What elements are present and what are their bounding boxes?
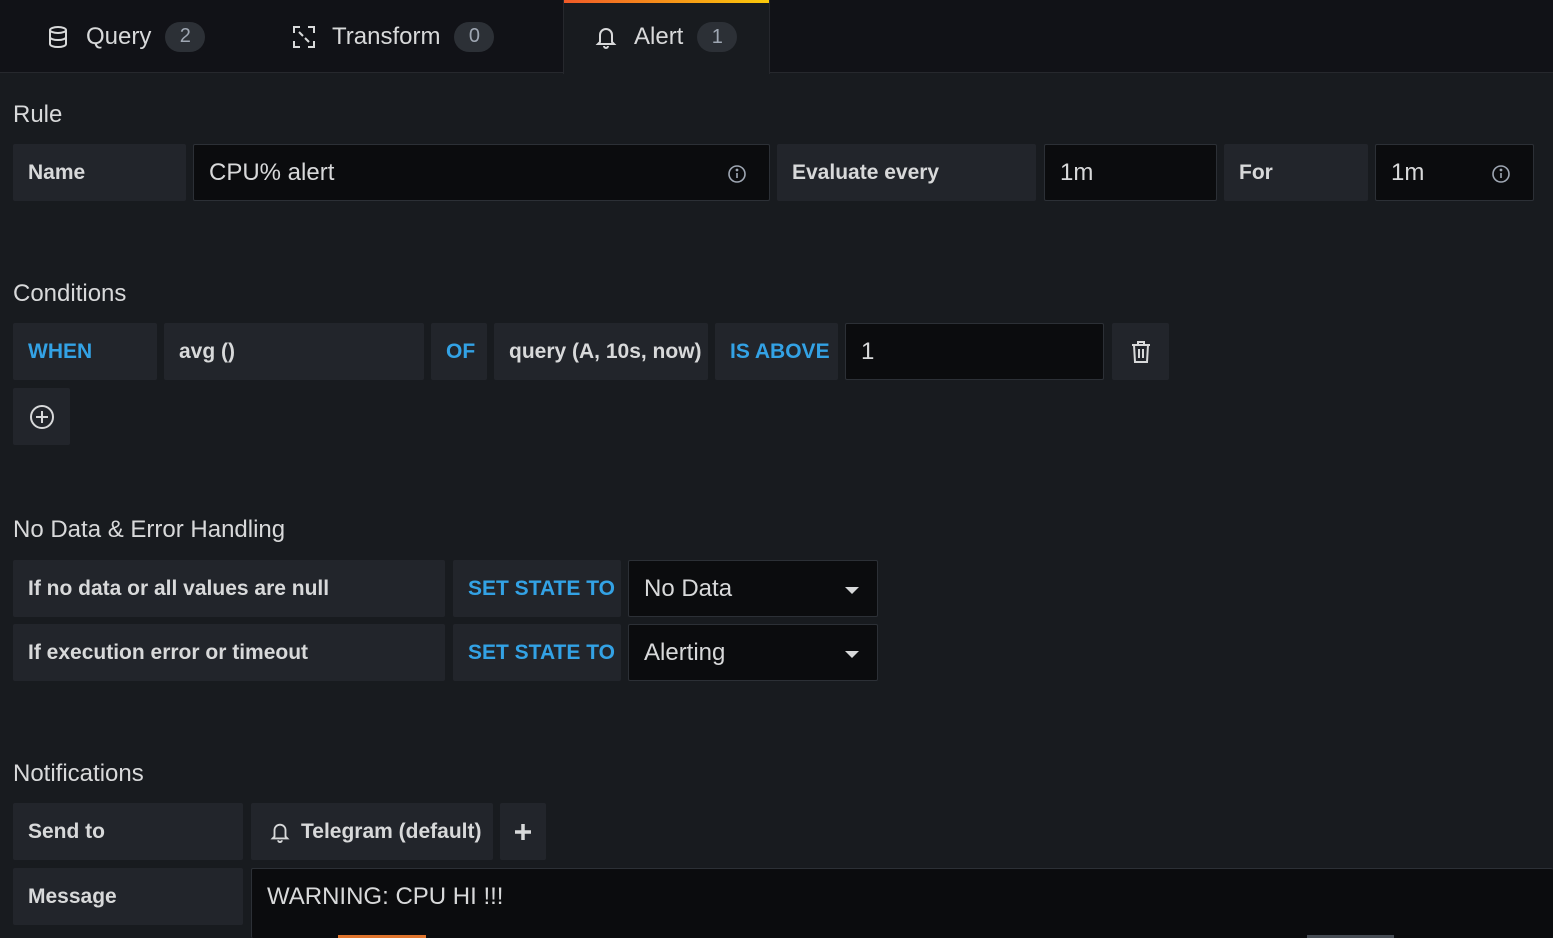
message-value: WARNING: CPU HI !!!: [267, 883, 504, 910]
error-state-value: Alerting: [644, 638, 726, 666]
nodata-state-value: No Data: [644, 574, 733, 602]
error-label: If execution error or timeout: [13, 624, 445, 681]
send-to-label: Send to: [13, 803, 243, 860]
caret-down-icon: [845, 587, 859, 594]
rule-heading: Rule: [13, 101, 63, 128]
evaluate-every-label: Evaluate every: [777, 144, 1036, 201]
tab-bar: Query 2 Transform 0 Alert 1: [0, 0, 1553, 74]
tab-query[interactable]: Query 2: [44, 0, 206, 73]
name-input-value: CPU% alert: [209, 158, 335, 186]
name-input[interactable]: CPU% alert: [193, 144, 770, 201]
for-label: For: [1224, 144, 1368, 201]
trash-icon: [1130, 340, 1152, 364]
tab-transform-label: Transform: [332, 22, 441, 50]
plus-icon: [513, 822, 533, 842]
caret-down-icon: [845, 651, 859, 658]
info-icon[interactable]: [727, 163, 747, 183]
bell-icon: [592, 23, 620, 51]
tab-alert-label: Alert: [634, 23, 684, 50]
notification-channel-tag[interactable]: Telegram (default): [251, 803, 493, 860]
evaluate-every-input[interactable]: 1m: [1044, 144, 1217, 201]
notification-channel-label: Telegram (default): [301, 819, 482, 843]
info-icon[interactable]: [1491, 163, 1511, 183]
for-input[interactable]: 1m: [1375, 144, 1534, 201]
notifications-heading: Notifications: [13, 760, 144, 787]
nodata-set-state-keyword: SET STATE TO: [453, 560, 621, 617]
tab-alert[interactable]: Alert 1: [563, 0, 770, 74]
reducer-select[interactable]: avg (): [164, 323, 424, 380]
message-label: Message: [13, 868, 243, 925]
database-icon: [44, 23, 72, 51]
error-state-select[interactable]: Alerting: [628, 624, 878, 681]
when-keyword: WHEN: [13, 323, 157, 380]
evaluator-select[interactable]: IS ABOVE: [715, 323, 838, 380]
plus-circle-icon: [28, 403, 56, 431]
name-label: Name: [13, 144, 186, 201]
alert-editor: Query 2 Transform 0 Alert 1 Rule Name CP…: [0, 0, 1553, 938]
add-condition-button[interactable]: [13, 388, 70, 445]
of-keyword: OF: [431, 323, 487, 380]
conditions-heading: Conditions: [13, 280, 127, 307]
message-textarea[interactable]: WARNING: CPU HI !!!: [251, 868, 1553, 938]
add-notification-button[interactable]: [500, 803, 546, 860]
tab-transform[interactable]: Transform 0: [290, 0, 495, 73]
nodata-heading: No Data & Error Handling: [13, 516, 286, 543]
query-select[interactable]: query (A, 10s, now): [494, 323, 708, 380]
nodata-state-select[interactable]: No Data: [628, 560, 878, 617]
for-input-value: 1m: [1391, 158, 1425, 186]
threshold-input[interactable]: 1: [845, 323, 1104, 380]
error-set-state-keyword: SET STATE TO: [453, 624, 621, 681]
delete-condition-button[interactable]: [1112, 323, 1169, 380]
evaluate-every-value: 1m: [1060, 158, 1094, 186]
nodata-label: If no data or all values are null: [13, 560, 445, 617]
tab-query-count: 2: [165, 21, 206, 52]
tab-query-label: Query: [86, 22, 152, 50]
tab-transform-count: 0: [454, 21, 495, 52]
transform-icon: [290, 23, 318, 51]
bell-icon: [269, 821, 291, 843]
tab-alert-count: 1: [697, 22, 738, 52]
threshold-value: 1: [861, 337, 875, 365]
